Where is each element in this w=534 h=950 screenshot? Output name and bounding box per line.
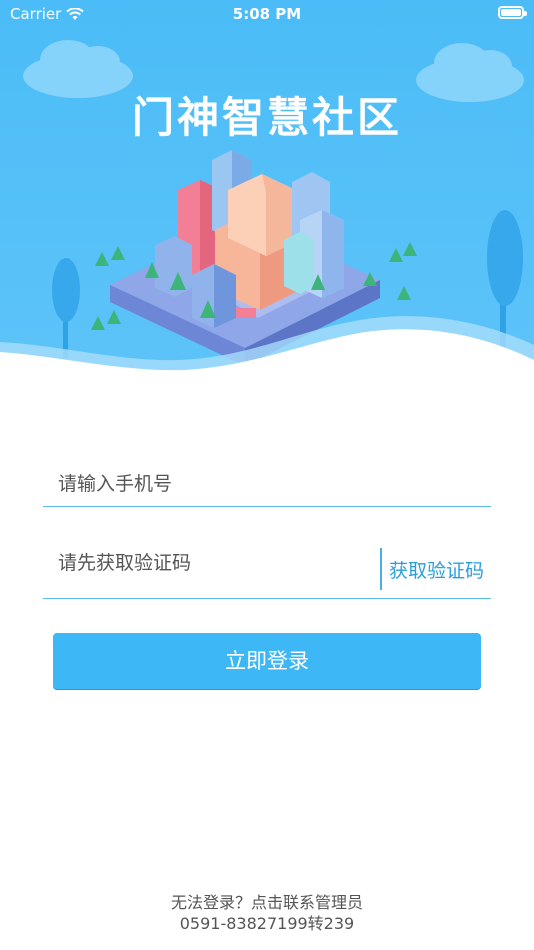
footer: 无法登录？点击联系管理员 0591-83827199转239: [0, 892, 534, 934]
city-illustration: [0, 40, 534, 400]
building-blue-right: [284, 172, 344, 298]
status-bar: Carrier 5:08 PM: [0, 0, 534, 28]
phone-field: [43, 462, 491, 507]
battery-level: [501, 9, 521, 16]
contact-admin-link[interactable]: 无法登录？点击联系管理员: [0, 892, 534, 913]
login-button[interactable]: 立即登录: [53, 633, 481, 689]
code-field: 获取验证码: [43, 540, 491, 599]
hero-banner: Carrier 5:08 PM 门神智慧社区: [0, 0, 534, 400]
sign-board: [236, 308, 256, 318]
field-divider: [380, 548, 382, 590]
battery-icon: [498, 6, 527, 19]
tree-left: [52, 258, 80, 358]
phone-input[interactable]: [43, 462, 488, 506]
verification-code-input[interactable]: [43, 540, 358, 586]
status-time: 5:08 PM: [232, 5, 302, 23]
get-code-button[interactable]: 获取验证码: [389, 556, 484, 583]
app-title: 门神智慧社区: [131, 93, 402, 142]
contact-phone: 0591-83827199转239: [179, 914, 355, 933]
